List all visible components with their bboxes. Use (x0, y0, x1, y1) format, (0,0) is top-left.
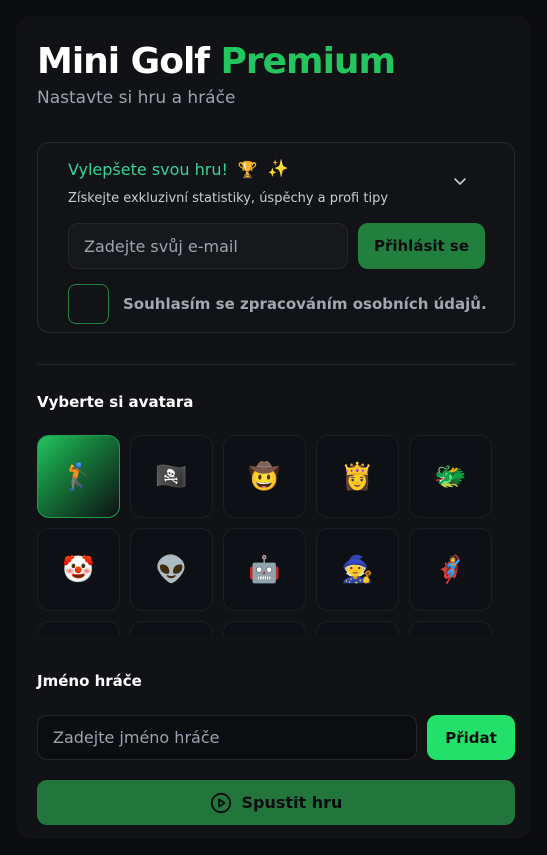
page-subtitle: Nastavte si hru a hráče (37, 88, 236, 108)
avatar-option-more[interactable] (37, 621, 120, 635)
chevron-down-icon[interactable] (452, 173, 468, 189)
avatar-option-more[interactable] (130, 621, 213, 635)
start-game-button[interactable]: Spustit hru (37, 780, 515, 825)
avatar-option-princess[interactable]: 👸 (316, 435, 399, 518)
clown-icon: 🤡 (62, 554, 95, 585)
trophy-icon: 🏆 (237, 159, 258, 179)
avatar-option-cowboy[interactable]: 🤠 (223, 435, 306, 518)
superhero-icon: 🦸 (434, 554, 467, 585)
sparkle-icon: ✨ (267, 159, 289, 179)
avatar-option-wizard[interactable]: 🧙 (316, 528, 399, 611)
start-game-label: Spustit hru (241, 793, 343, 812)
wizard-icon: 🧙 (341, 554, 374, 585)
avatar-option-more[interactable] (409, 621, 492, 635)
pirate-icon: 🏴‍☠️ (155, 461, 188, 492)
golfer-icon: 🏌️ (62, 461, 95, 492)
promo-heading-text: Vylepšete svou hru! (68, 159, 228, 179)
avatar-option-dragon[interactable]: 🐲 (409, 435, 492, 518)
add-player-button[interactable]: Přidat (427, 715, 515, 760)
page-title: Mini Golf Premium (37, 40, 397, 84)
title-main: Mini Golf (37, 41, 210, 82)
dragon-icon: 🐲 (434, 461, 467, 492)
avatar-option-pirate[interactable]: 🏴‍☠️ (130, 435, 213, 518)
promo-description: Získejte exkluzivní statistiky, úspěchy … (68, 191, 389, 206)
avatar-option-robot[interactable]: 🤖 (223, 528, 306, 611)
consent-label: Souhlasím se zpracováním osobních údajů. (123, 295, 487, 313)
avatar-option-golfer[interactable]: 🏌️ (37, 435, 120, 518)
play-circle-icon (210, 792, 231, 813)
player-name-title: Jméno hráče (37, 672, 142, 690)
email-field[interactable] (68, 223, 348, 269)
alien-icon: 👽 (155, 554, 188, 585)
robot-icon: 🤖 (248, 554, 281, 585)
section-divider (37, 364, 515, 365)
consent-checkbox[interactable] (68, 284, 109, 324)
cowboy-icon: 🤠 (248, 461, 281, 492)
promo-heading: Vylepšete svou hru! 🏆 ✨ (68, 159, 289, 179)
avatar-option-more[interactable] (316, 621, 399, 635)
avatar-option-alien[interactable]: 👽 (130, 528, 213, 611)
player-name-input[interactable] (37, 715, 417, 760)
login-button[interactable]: Přihlásit se (358, 223, 485, 269)
avatar-section-title: Vyberte si avatara (37, 393, 194, 411)
premium-promo-panel: Vylepšete svou hru! 🏆 ✨ Získejte exkluzi… (37, 142, 515, 333)
avatar-option-superhero[interactable]: 🦸 (409, 528, 492, 611)
avatar-option-clown[interactable]: 🤡 (37, 528, 120, 611)
princess-icon: 👸 (341, 461, 374, 492)
avatar-option-more[interactable] (223, 621, 306, 635)
title-accent: Premium (220, 41, 397, 82)
avatar-grid: 🏌️ 🏴‍☠️ 🤠 👸 🐲 🤡 👽 🤖 🧙 🦸 (37, 435, 515, 635)
